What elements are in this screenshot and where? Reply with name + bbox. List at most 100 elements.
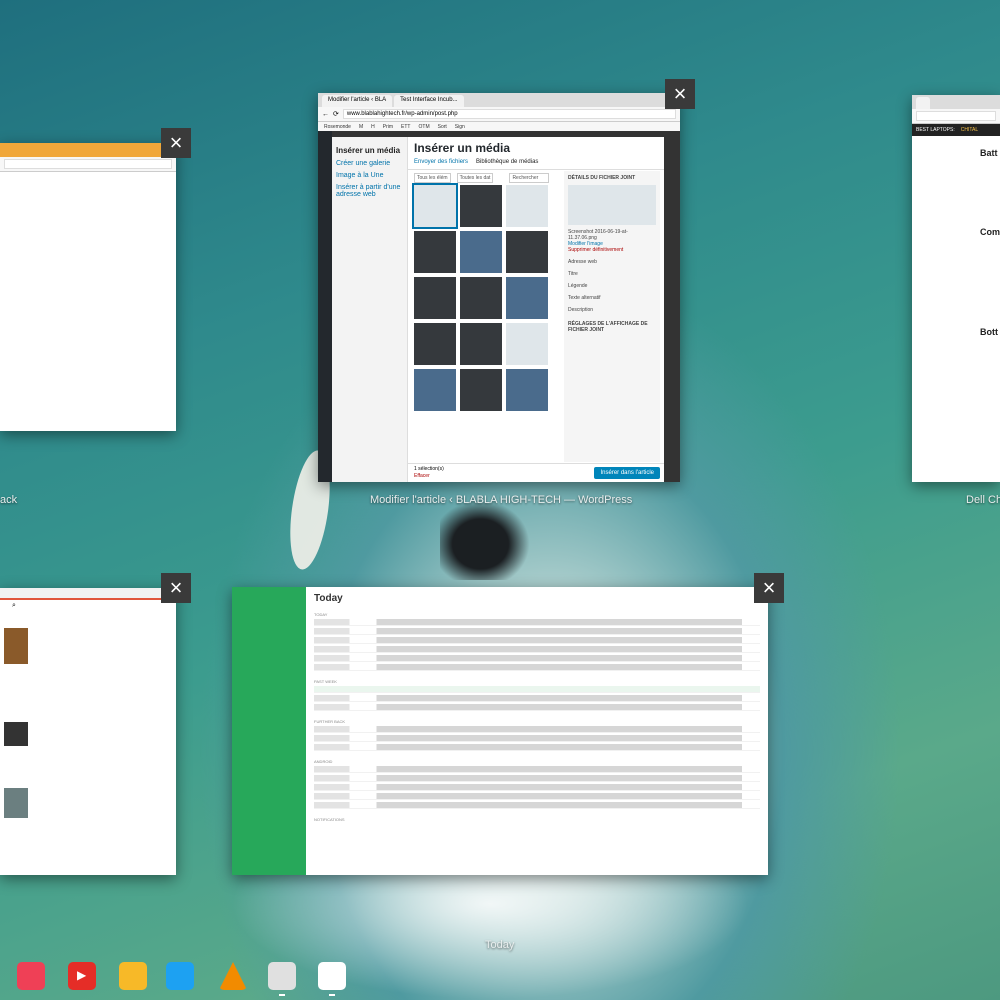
menu-create-gallery[interactable]: Créer une galerie (336, 160, 403, 167)
youtube-icon[interactable]: ▶ (68, 962, 96, 990)
media-thumb[interactable] (414, 277, 456, 319)
twitter-icon[interactable] (166, 962, 194, 990)
thumbnail[interactable] (4, 628, 28, 664)
media-thumb[interactable] (414, 369, 456, 411)
attachment-preview (568, 185, 656, 225)
attachment-details: DÉTAILS DU FICHIER JOINT Screenshot 2016… (564, 171, 660, 462)
section-header: NOTIFICATIONS (314, 817, 345, 822)
tab-wp[interactable]: Modifier l'article ‹ BLA (322, 95, 393, 107)
article-row[interactable] (314, 784, 760, 791)
bookmark[interactable]: OTM (419, 124, 430, 130)
menu-insert-from-url[interactable]: Insérer à partir d'une adresse web (336, 184, 403, 198)
address-bar[interactable] (912, 109, 1000, 124)
wp-admin-sidebar[interactable] (318, 131, 332, 482)
filter-type[interactable]: Tous les élém (414, 173, 451, 183)
field-label: Adresse web (568, 259, 597, 265)
article-row[interactable] (314, 664, 760, 671)
article-row[interactable] (314, 704, 760, 711)
close-window-left-bottom-button[interactable]: × (161, 573, 191, 603)
tab[interactable] (916, 97, 930, 109)
article-row[interactable] (314, 695, 760, 702)
article-row[interactable] (314, 735, 760, 742)
bookmark[interactable]: Sort (438, 124, 447, 130)
article-row[interactable] (314, 726, 760, 733)
window-dell[interactable]: BEST LAPTOPS: CHITAL Batt Com Bott (912, 95, 1000, 482)
media-thumb[interactable] (506, 185, 548, 227)
attachment-details-title: DÉTAILS DU FICHIER JOINT (568, 175, 636, 181)
nav-item[interactable]: CHITAL (961, 127, 978, 133)
address-bar[interactable] (0, 157, 176, 172)
article-row[interactable] (314, 646, 760, 653)
article-row[interactable] (314, 766, 760, 773)
article-row[interactable] (314, 775, 760, 782)
field-label: Description (568, 307, 594, 313)
insert-into-post-button[interactable]: Insérer dans l'article (594, 467, 660, 479)
media-thumb[interactable] (414, 231, 456, 273)
close-window-wordpress-button[interactable]: × (665, 79, 695, 109)
url-field[interactable]: www.blablahightech.fr/wp-admin/post.php (342, 109, 676, 119)
address-bar[interactable]: ← ⟳ www.blablahightech.fr/wp-admin/post.… (318, 107, 680, 122)
media-thumb[interactable] (460, 231, 502, 273)
article-row[interactable] (314, 802, 760, 809)
window-left-top[interactable] (0, 143, 176, 431)
tab-upload-files[interactable]: Envoyer des fichiers (414, 159, 468, 165)
bookmark[interactable]: Sign (455, 124, 465, 130)
media-thumb[interactable] (460, 369, 502, 411)
media-thumb[interactable] (414, 323, 456, 365)
feedly-main: Today TODAY PAST WEEK FURTHER BACK ANDRO… (306, 587, 768, 875)
search-icon[interactable]: ⌕ (12, 602, 16, 610)
clear-selection-link[interactable]: Effacer (414, 473, 430, 479)
filter-date[interactable]: Toutes les dat (456, 173, 494, 183)
article-row[interactable] (314, 619, 760, 626)
article-row[interactable] (314, 686, 760, 693)
bookmark[interactable]: Rosemonde (324, 124, 351, 130)
window-title-wordpress: Modifier l'article ‹ BLABLA HIGH-TECH — … (370, 494, 633, 506)
keep-icon[interactable] (119, 962, 147, 990)
section-header: TODAY (314, 612, 328, 617)
article-row[interactable] (314, 744, 760, 751)
close-window-left-top-button[interactable]: × (161, 128, 191, 158)
media-thumb[interactable] (506, 277, 548, 319)
pocket-icon[interactable] (17, 962, 45, 990)
menu-insert-media[interactable]: Insérer un média (336, 146, 403, 155)
window-title-left-top: ack (0, 494, 18, 506)
media-thumb[interactable] (460, 277, 502, 319)
delete-permanently-link[interactable]: Supprimer définitivement (568, 247, 656, 253)
url-field[interactable] (916, 111, 996, 121)
tab-media-library[interactable]: Bibliothèque de médias (476, 159, 538, 165)
reload-icon[interactable]: ⟳ (333, 110, 339, 118)
window-left-bottom[interactable]: ⌕ (0, 588, 176, 875)
wp-admin: Insérer un média Créer une galerie Image… (318, 131, 680, 482)
article-row[interactable] (314, 628, 760, 635)
back-icon[interactable]: ← (322, 111, 329, 118)
bookmark[interactable]: M (359, 124, 363, 130)
chrome-window-icon[interactable] (268, 962, 296, 996)
media-thumb[interactable] (506, 369, 548, 411)
media-thumb-selected[interactable] (412, 183, 458, 229)
media-thumb[interactable] (506, 323, 548, 365)
url-field[interactable] (4, 159, 172, 169)
nav-best-laptops[interactable]: BEST LAPTOPS: (916, 127, 955, 133)
display-settings-title: RÉGLAGES DE L'AFFICHAGE DE FICHIER JOINT (568, 321, 648, 333)
article-row[interactable] (314, 637, 760, 644)
media-thumb[interactable] (506, 231, 548, 273)
selection-count: 1 sélection(s) (414, 466, 444, 472)
media-search-input[interactable]: Rechercher (509, 173, 550, 183)
bookmark[interactable]: Prim (383, 124, 393, 130)
close-window-today-button[interactable]: × (754, 573, 784, 603)
bookmark[interactable]: H (371, 124, 375, 130)
window-today[interactable]: Today TODAY PAST WEEK FURTHER BACK ANDRO… (232, 587, 768, 875)
tab-test[interactable]: Test Interface Incub... (394, 95, 464, 107)
slack-icon[interactable] (318, 962, 346, 996)
window-wordpress[interactable]: Modifier l'article ‹ BLA Test Interface … (318, 93, 680, 482)
bookmark[interactable]: ETT (401, 124, 410, 130)
article-row[interactable] (314, 655, 760, 662)
thumbnail[interactable] (4, 722, 28, 746)
article-row[interactable] (314, 793, 760, 800)
section-header: FURTHER BACK (314, 719, 346, 724)
menu-featured-image[interactable]: Image à la Une (336, 172, 403, 179)
media-thumb[interactable] (460, 185, 502, 227)
thumbnail[interactable] (4, 788, 28, 818)
feedly-sidebar[interactable] (232, 587, 306, 875)
media-thumb[interactable] (460, 323, 502, 365)
